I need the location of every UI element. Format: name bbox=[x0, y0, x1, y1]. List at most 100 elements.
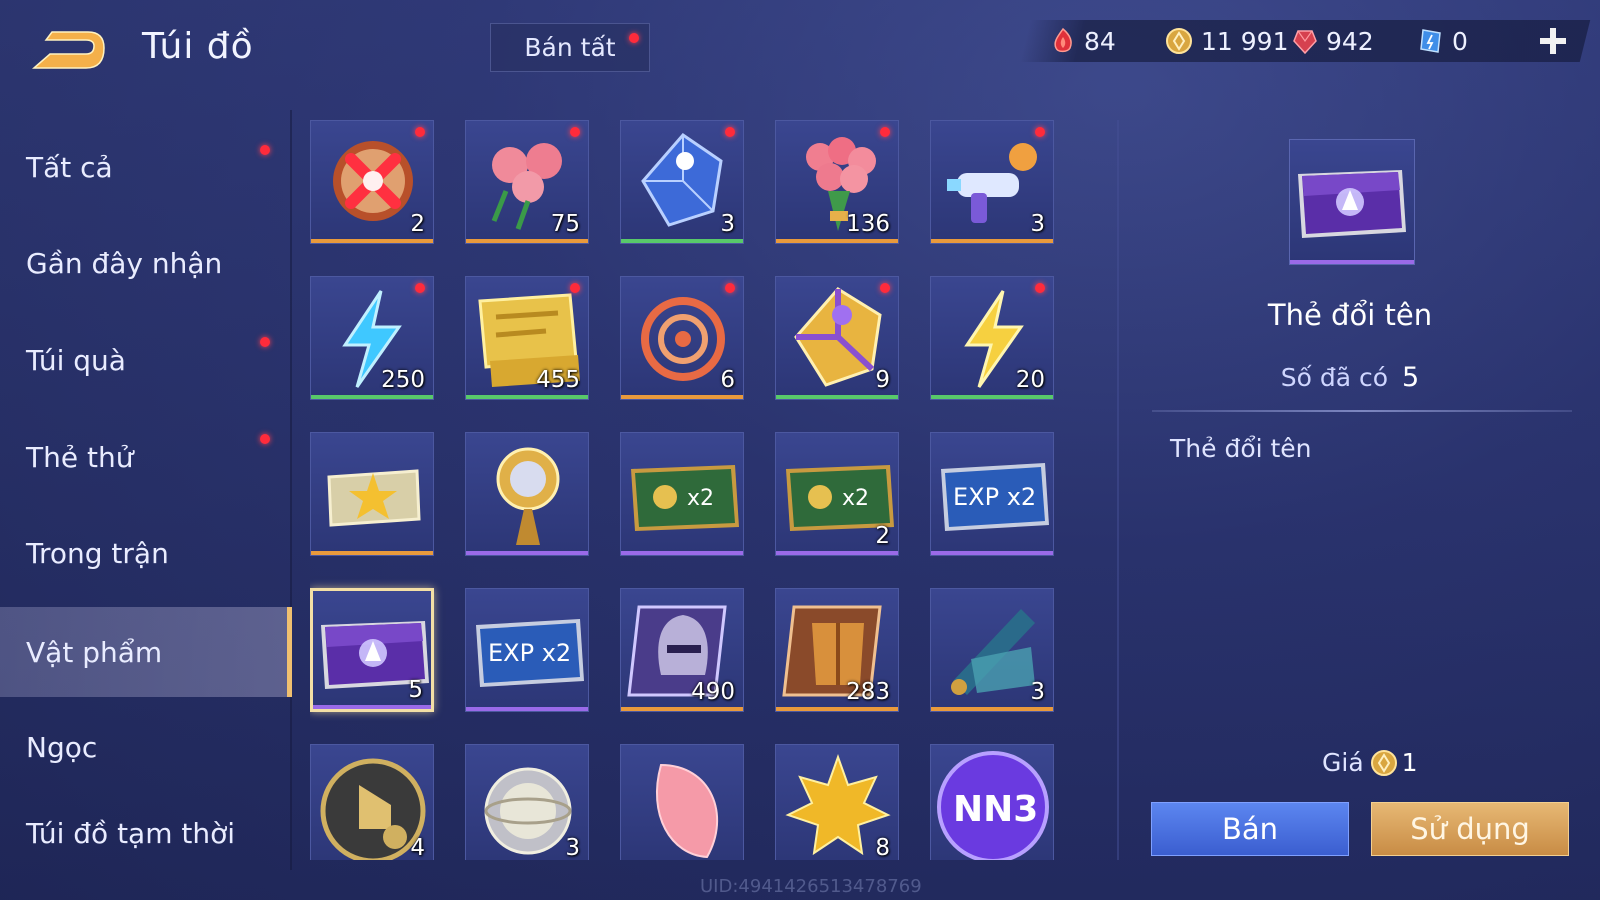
owned-label: Số đã có bbox=[1280, 363, 1389, 392]
item-count: 2 bbox=[875, 523, 890, 549]
rarity-bar bbox=[466, 395, 588, 399]
item-slot[interactable]: 20 bbox=[930, 276, 1054, 400]
sidebar-item-recent[interactable]: Gần đây nhận bbox=[0, 220, 292, 306]
notification-dot bbox=[415, 127, 425, 137]
notification-dot bbox=[880, 283, 890, 293]
owned-count: Số đã có 5 bbox=[1150, 362, 1550, 393]
sidebar-item-label: Túi đồ tạm thời bbox=[26, 816, 236, 850]
exp-x2-card-icon: EXP x2 bbox=[941, 463, 1049, 531]
gold-coin-icon bbox=[1370, 749, 1397, 776]
sidebar-item-label: Gần đây nhận bbox=[26, 246, 223, 280]
item-slot[interactable]: 455 bbox=[465, 276, 589, 400]
item-count: 3 bbox=[720, 211, 735, 237]
rarity-bar bbox=[1290, 260, 1414, 264]
notification-dot bbox=[570, 283, 580, 293]
page-title: Túi đồ bbox=[142, 26, 254, 67]
item-slot[interactable]: 3 bbox=[465, 744, 589, 860]
sell-button[interactable]: Bán bbox=[1151, 802, 1349, 856]
notification-dot bbox=[260, 434, 270, 444]
item-slot[interactable] bbox=[465, 432, 589, 556]
item-slot[interactable]: NN3 bbox=[930, 744, 1054, 860]
item-slot[interactable]: 9 bbox=[775, 276, 899, 400]
sidebar-item-all[interactable]: Tất cả bbox=[0, 124, 292, 210]
item-slot[interactable]: 3 bbox=[620, 120, 744, 244]
item-count: 4 bbox=[410, 835, 425, 860]
star-ticket-icon bbox=[327, 469, 421, 527]
item-slot[interactable]: 3 bbox=[930, 120, 1054, 244]
item-slot[interactable]: 5 bbox=[310, 588, 434, 712]
svg-text:EXP x2: EXP x2 bbox=[488, 639, 571, 667]
item-count: 283 bbox=[846, 679, 890, 705]
rarity-bar bbox=[466, 707, 588, 711]
notification-dot bbox=[1035, 283, 1045, 293]
item-slot[interactable]: 490 bbox=[620, 588, 744, 712]
item-slot[interactable]: 6 bbox=[620, 276, 744, 400]
currency-ruby[interactable]: 942 bbox=[1292, 22, 1374, 60]
detail-divider bbox=[1152, 410, 1572, 412]
notification-dot bbox=[725, 283, 735, 293]
detail-item-slot bbox=[1289, 139, 1415, 265]
svg-text:NN3: NN3 bbox=[953, 789, 1038, 830]
item-slot[interactable]: 4 bbox=[310, 744, 434, 860]
gold-coin-icon bbox=[1166, 28, 1192, 54]
item-slot[interactable]: 75 bbox=[465, 120, 589, 244]
item-slot[interactable]: 136 bbox=[775, 120, 899, 244]
sell-all-label: Bán tất bbox=[524, 33, 616, 62]
item-count: 490 bbox=[691, 679, 735, 705]
item-count: 8 bbox=[875, 835, 890, 860]
sidebar-item-in-match[interactable]: Trong trận bbox=[0, 510, 292, 596]
item-slot[interactable]: EXP x2 bbox=[930, 432, 1054, 556]
use-button[interactable]: Sử dụng bbox=[1371, 802, 1569, 856]
item-slot[interactable]: 3 bbox=[930, 588, 1054, 712]
price-label: Giá bbox=[1322, 748, 1364, 777]
currency-gold[interactable]: 11 991 bbox=[1165, 22, 1288, 60]
currency-red-gem[interactable]: 84 bbox=[1050, 22, 1116, 60]
item-slot[interactable] bbox=[620, 744, 744, 860]
item-slot[interactable]: EXP x2 bbox=[465, 588, 589, 712]
sidebar-item-label: Ngọc bbox=[26, 730, 98, 764]
blue-ticket-icon bbox=[1420, 29, 1441, 53]
item-slot[interactable] bbox=[310, 432, 434, 556]
sidebar-item-items[interactable]: Vật phẩm bbox=[0, 607, 292, 697]
item-slot[interactable]: 8 bbox=[775, 744, 899, 860]
sell-all-button[interactable]: Bán tất bbox=[490, 23, 650, 72]
petal-icon bbox=[656, 763, 719, 859]
rarity-bar bbox=[621, 239, 743, 243]
sidebar-item-gift-bags[interactable]: Túi quà bbox=[0, 317, 292, 403]
rarity-bar bbox=[931, 239, 1053, 243]
item-count: 20 bbox=[1015, 367, 1045, 393]
rarity-bar bbox=[931, 395, 1053, 399]
uid-label: UID:4941426513478769 bbox=[700, 876, 922, 897]
back-arrow-icon[interactable] bbox=[28, 28, 108, 72]
sidebar-item-temp-bag[interactable]: Túi đồ tạm thời bbox=[0, 790, 292, 876]
ruby-icon bbox=[1293, 30, 1317, 55]
item-count: 455 bbox=[536, 367, 580, 393]
currency-value: 11 991 bbox=[1201, 26, 1289, 56]
sidebar-item-trial-cards[interactable]: Thẻ thử bbox=[0, 414, 292, 500]
panel-divider bbox=[1117, 120, 1119, 860]
item-count: 5 bbox=[408, 677, 423, 703]
item-slot[interactable]: 250 bbox=[310, 276, 434, 400]
currency-ticket[interactable]: 0 bbox=[1418, 22, 1468, 60]
rarity-bar bbox=[776, 551, 898, 555]
item-description: Thẻ đổi tên bbox=[1170, 434, 1312, 463]
rarity-bar bbox=[776, 239, 898, 243]
gold-x2-card-icon: x2 bbox=[631, 465, 739, 531]
add-currency-icon[interactable] bbox=[1536, 24, 1570, 58]
detail-item-name: Thẻ đổi tên bbox=[1267, 298, 1433, 332]
item-count: 9 bbox=[875, 367, 890, 393]
item-slot[interactable]: 2 bbox=[310, 120, 434, 244]
rarity-bar bbox=[621, 395, 743, 399]
rarity-bar bbox=[621, 707, 743, 711]
item-count: 250 bbox=[381, 367, 425, 393]
svg-text:x2: x2 bbox=[842, 486, 869, 511]
item-slot[interactable]: x2 bbox=[620, 432, 744, 556]
currency-value: 84 bbox=[1084, 26, 1116, 56]
rarity-bar bbox=[776, 395, 898, 399]
sell-price: Giá 1 bbox=[1322, 748, 1418, 777]
currency-value: 0 bbox=[1452, 26, 1468, 56]
item-slot[interactable]: 283 bbox=[775, 588, 899, 712]
sidebar-item-label: Tất cả bbox=[26, 150, 113, 184]
sidebar-item-gems[interactable]: Ngọc bbox=[0, 704, 292, 790]
item-slot[interactable]: x2 2 bbox=[775, 432, 899, 556]
